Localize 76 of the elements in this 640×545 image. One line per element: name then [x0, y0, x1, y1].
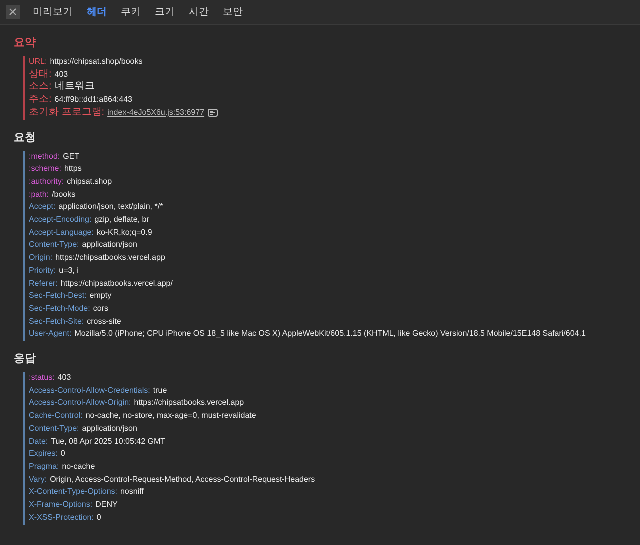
header-name: Access-Control-Allow-Origin: [29, 397, 132, 410]
header-name: X-XSS-Protection: [29, 512, 94, 524]
header-name: X-Content-Type-Options: [29, 486, 118, 498]
header-value: 0 [96, 512, 102, 524]
header-value: Mozilla/5.0 (iPhone; CPU iPhone OS 18_5 like Mac OS X) AppleWebKit/605.1.15 (KHTML, like Gecko) Version/18.5 Mobile/15E148 Safari/604.1 [74, 328, 586, 340]
header-value: https://chipsat.shop/books [50, 56, 143, 68]
header-name: Sec-Fetch-Site: [29, 316, 84, 328]
tab[interactable]: 미리보기 [28, 5, 78, 19]
header-value: https://chipsatbooks.vercel.app [134, 397, 244, 410]
header-name: Date: [29, 436, 48, 448]
header-name: Origin: [29, 252, 53, 264]
header-value: ko-KR,ko;q=0.9 [96, 226, 152, 239]
header-value: https [64, 163, 82, 176]
header-value: Tue, 08 Apr 2025 10:05:42 GMT [51, 436, 166, 448]
header-value: application/json, text/plain, */* [58, 201, 164, 214]
header-value: no-cache, no-store, max-age=0, must-revalidate [86, 410, 256, 422]
header-name: Referer: [29, 278, 58, 290]
section-title: 요청 [14, 130, 37, 145]
section-title: 응답 [14, 352, 37, 366]
tab[interactable]: 쿠키 [116, 5, 146, 19]
header-name: Priority: [29, 264, 56, 277]
header-name: Access-Control-Allow-Credentials: [29, 384, 150, 397]
header-value: GET [63, 150, 80, 163]
header-name: URL: [29, 56, 48, 68]
header-value: 64:ff9b::dd1:a864:443 [54, 94, 132, 106]
tab[interactable]: 헤더 [82, 5, 112, 19]
header-name: :method: [29, 150, 60, 163]
header-name: User-Agent: [29, 328, 72, 340]
header-name: Sec-Fetch-Mode: [29, 302, 90, 315]
header-value: no-cache [62, 460, 96, 473]
header-value: Origin, Access-Control-Request-Method, Access-Control-Request-Headers [50, 474, 316, 486]
header-value: empty [90, 290, 112, 302]
header-name: 소스: [29, 81, 52, 94]
header-name: Content-Type: [29, 239, 80, 252]
header-name: X-Frame-Options: [29, 499, 93, 512]
header-value: /books [52, 188, 76, 201]
header-value: 0 [60, 448, 66, 460]
header-name: Expires: [29, 448, 58, 460]
header-name: Vary: [29, 474, 48, 486]
header-value: chipsat.shop [67, 176, 112, 188]
header-name: :path: [29, 188, 50, 201]
header-value: nosniff [120, 486, 144, 498]
header-value: 네트워크 [54, 81, 95, 94]
close-button[interactable] [6, 5, 20, 19]
header-value: https://chipsatbooks.vercel.app [56, 252, 166, 264]
header-name: 상태: [29, 68, 52, 82]
header-name: :scheme: [29, 163, 62, 176]
header-value: gzip, deflate, br [94, 214, 150, 226]
reveal-icon[interactable] [208, 109, 218, 118]
close-icon [9, 8, 17, 16]
tab[interactable]: 크기 [150, 5, 180, 19]
header-name: :authority: [29, 176, 64, 188]
header-name: Pragma: [29, 460, 60, 473]
header-name: 초기화 프로그램: [29, 106, 105, 120]
header-name: Accept-Encoding: [29, 214, 92, 226]
header-name: Content-Type: [29, 422, 80, 435]
tab[interactable]: 보안 [218, 5, 248, 19]
header-value: application/json [82, 239, 138, 252]
header-name: :status: [29, 372, 55, 384]
header-value: u=3, i [59, 264, 79, 277]
section-title: 요약 [14, 36, 37, 50]
header-value: 403 [58, 372, 72, 384]
header-value: 403 [54, 68, 68, 81]
header-value: application/json [82, 422, 138, 435]
header-name: Accept-Language: [29, 226, 94, 239]
header-value: DENY [96, 499, 118, 512]
header-name: Cache-Control: [29, 410, 83, 422]
source-link[interactable]: index-4eJo5X6u.js:53:6977 [108, 106, 205, 120]
header-name: Sec-Fetch-Dest: [29, 290, 87, 302]
header-name: 주소: [29, 94, 52, 107]
header-value: cors [93, 302, 108, 315]
header-name: Accept: [29, 201, 56, 214]
header-value: true [153, 384, 168, 397]
header-value: cross-site [87, 316, 122, 328]
header-value: https://chipsatbooks.vercel.app/ [60, 278, 173, 290]
tab[interactable]: 시간 [184, 5, 214, 19]
